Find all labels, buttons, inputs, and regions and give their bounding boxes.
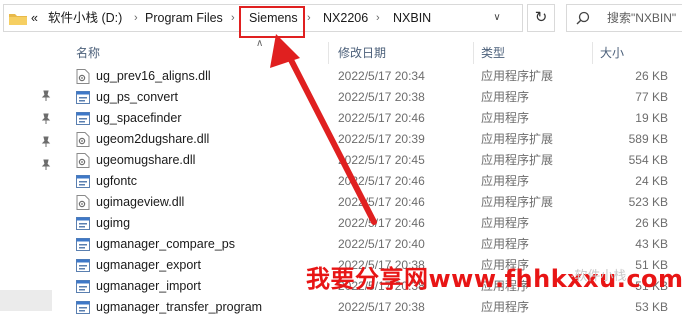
- address-bar-area: « 软件小栈 (D:) › Program Files › Siemens › …: [0, 0, 682, 38]
- breadcrumb-separator[interactable]: ›: [376, 5, 380, 31]
- table-row[interactable]: ugeom2dugshare.dll 2022/5/17 20:39 应用程序扩展 5…: [60, 129, 682, 150]
- dll-file-icon: [76, 153, 90, 168]
- pin-icon[interactable]: [40, 159, 52, 171]
- breadcrumb-separator[interactable]: ›: [307, 5, 311, 31]
- faint-watermark: ·软件小栈: [570, 268, 627, 283]
- breadcrumb-program-files[interactable]: Program Files: [145, 5, 223, 31]
- file-type: 应用程序: [481, 216, 530, 230]
- file-size: 53 KB: [635, 300, 668, 314]
- file-date: 2022/5/17 20:46: [338, 216, 425, 230]
- pin-icon[interactable]: [40, 90, 52, 102]
- file-size: 43 KB: [635, 237, 668, 251]
- refresh-icon: ↻: [534, 9, 548, 26]
- file-name: ug_ps_convert: [96, 90, 179, 104]
- column-divider[interactable]: [328, 42, 329, 64]
- file-size: 19 KB: [635, 111, 668, 125]
- column-header-name[interactable]: 名称: [76, 38, 100, 64]
- breadcrumb-separator[interactable]: ›: [134, 5, 138, 31]
- table-row[interactable]: ug_ps_convert 2022/5/17 20:38 应用程序 77 KB: [60, 87, 682, 108]
- file-name: ugimg: [96, 216, 131, 230]
- column-header-size[interactable]: 大小: [600, 38, 624, 64]
- table-row[interactable]: ug_spacefinder 2022/5/17 20:46 应用程序 19 KB: [60, 108, 682, 129]
- folder-icon: [9, 14, 27, 25]
- file-date: 2022/5/17 20:46: [338, 111, 425, 125]
- column-header-type[interactable]: 类型: [481, 38, 505, 64]
- nav-selected-item[interactable]: [0, 290, 52, 311]
- exe-file-icon: [76, 112, 90, 125]
- file-name: ugmanager_compare_ps: [96, 237, 235, 251]
- file-date: 2022/5/17 20:40: [338, 237, 425, 251]
- table-row[interactable]: ugeomugshare.dll 2022/5/17 20:45 应用程序扩展 554…: [60, 150, 682, 171]
- file-size: 26 KB: [635, 69, 668, 83]
- file-date: 2022/5/17 20:45: [338, 153, 425, 167]
- breadcrumb-separator[interactable]: ›: [231, 5, 235, 31]
- file-type: 应用程序: [481, 237, 530, 251]
- file-name: ug_prev16_aligns.dll: [96, 69, 211, 83]
- navigation-pane: [0, 38, 60, 311]
- file-date: 2022/5/17 20:46: [338, 195, 425, 209]
- column-header-date[interactable]: 修改日期: [338, 38, 386, 64]
- dll-file-icon: [76, 195, 90, 210]
- file-type: 应用程序扩展: [481, 153, 554, 167]
- table-row[interactable]: ugmanager_compare_ps 2022/5/17 20:40 应用程序 4…: [60, 234, 682, 255]
- dll-file-icon: [76, 69, 90, 84]
- file-size: 589 KB: [628, 132, 668, 146]
- exe-file-icon: [76, 217, 90, 230]
- file-type: 应用程序: [481, 174, 530, 188]
- column-divider[interactable]: [473, 42, 474, 64]
- table-row[interactable]: ugmanager_transfer_program 2022/5/17 20:3…: [60, 297, 682, 318]
- file-name: ugimageview.dll: [96, 195, 185, 209]
- chevron-down-icon[interactable]: ∨: [490, 5, 504, 31]
- file-size: 77 KB: [635, 90, 668, 104]
- dll-file-icon: [76, 132, 90, 147]
- pin-icon[interactable]: [40, 136, 52, 148]
- file-date: 2022/5/17 20:34: [338, 69, 425, 83]
- exe-file-icon: [76, 238, 90, 251]
- file-size: 554 KB: [628, 153, 668, 167]
- breadcrumb-drive[interactable]: 软件小栈 (D:): [48, 5, 122, 31]
- pin-icon[interactable]: [40, 113, 52, 125]
- file-date: 2022/5/17 20:38: [338, 90, 425, 104]
- file-name: ugfontc: [96, 174, 138, 188]
- file-name: ugmanager_export: [96, 258, 201, 272]
- file-name: ugeom2dugshare.dll: [96, 132, 210, 146]
- file-size: 523 KB: [628, 195, 668, 209]
- file-name: ugmanager_import: [96, 279, 201, 293]
- file-name: ugeomugshare.dll: [96, 153, 196, 167]
- search-icon: [576, 11, 590, 25]
- file-type: 应用程序扩展: [481, 195, 554, 209]
- breadcrumb-nx2206[interactable]: NX2206: [323, 5, 368, 31]
- file-name: ugmanager_transfer_program: [96, 300, 263, 314]
- file-type: 应用程序: [481, 111, 530, 125]
- table-row[interactable]: ugimg 2022/5/17 20:46 应用程序 26 KB: [60, 213, 682, 234]
- file-type: 应用程序扩展: [481, 69, 554, 83]
- breadcrumb-nxbin[interactable]: NXBIN: [393, 5, 431, 31]
- exe-file-icon: [76, 91, 90, 104]
- exe-file-icon: [76, 175, 90, 188]
- file-size: 24 KB: [635, 174, 668, 188]
- file-size: 26 KB: [635, 216, 668, 230]
- sort-ascending-icon: ∧: [256, 38, 264, 49]
- file-name: ug_spacefinder: [96, 111, 182, 125]
- exe-file-icon: [76, 280, 90, 293]
- file-type: 应用程序扩展: [481, 132, 554, 146]
- table-row[interactable]: ug_prev16_aligns.dll 2022/5/17 20:34 应用程序扩…: [60, 66, 682, 87]
- file-date: 2022/5/17 20:46: [338, 174, 425, 188]
- file-type: 应用程序: [481, 300, 530, 314]
- file-date: 2022/5/17 20:39: [338, 132, 425, 146]
- exe-file-icon: [76, 259, 90, 272]
- table-row[interactable]: ugfontc 2022/5/17 20:46 应用程序 24 KB: [60, 171, 682, 192]
- table-row[interactable]: ugimageview.dll 2022/5/17 20:46 应用程序扩展 523 …: [60, 192, 682, 213]
- overflow-chevron-button[interactable]: «: [31, 5, 38, 31]
- file-type: 应用程序: [481, 90, 530, 104]
- search-input[interactable]: 搜索"NXBIN": [566, 4, 682, 32]
- column-divider[interactable]: [592, 42, 593, 64]
- exe-file-icon: [76, 301, 90, 314]
- column-header-row: ∧ 名称 修改日期 类型 大小: [60, 38, 682, 64]
- file-date: 2022/5/17 20:38: [338, 300, 425, 314]
- highlight-box: [239, 6, 305, 38]
- search-placeholder: 搜索"NXBIN": [607, 11, 677, 25]
- refresh-button[interactable]: ↻: [527, 4, 555, 32]
